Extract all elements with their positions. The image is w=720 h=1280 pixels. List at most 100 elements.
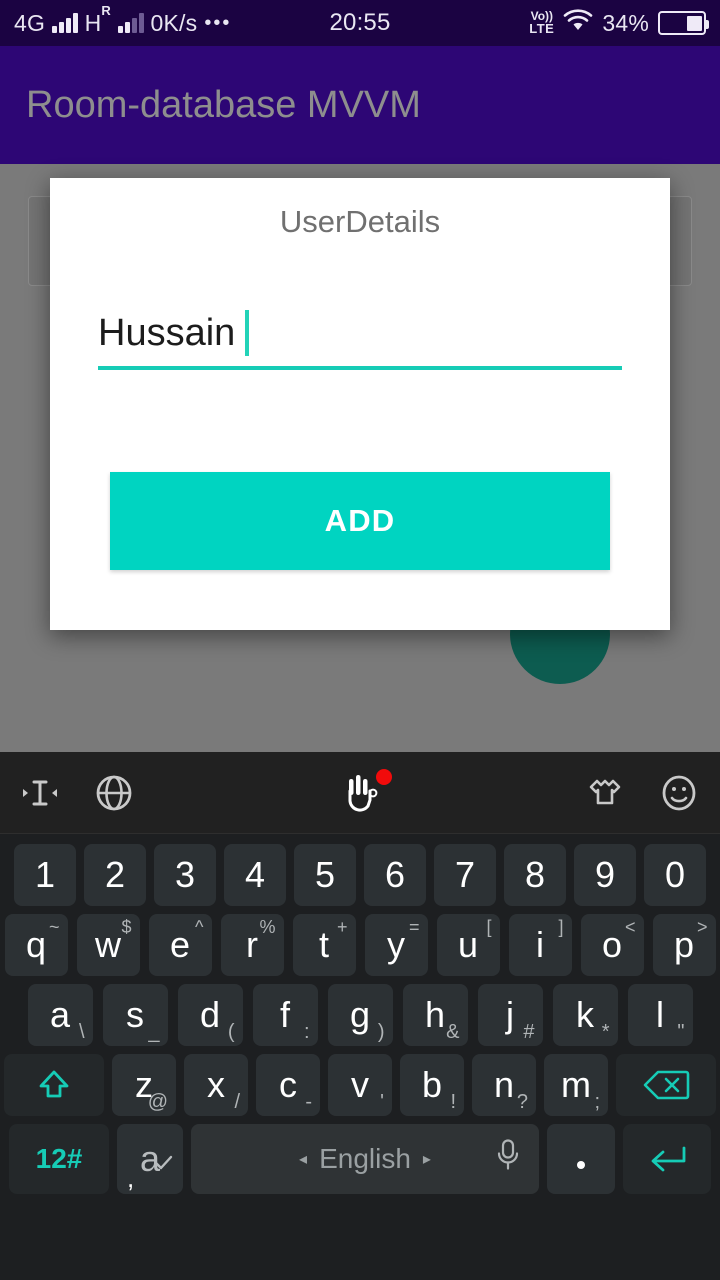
space-key[interactable]: ◂ English ▸ xyxy=(191,1124,539,1194)
key-6[interactable]: 6 xyxy=(364,844,426,906)
key-alt-label: ( xyxy=(227,1021,235,1043)
key-q[interactable]: q ~ xyxy=(4,914,68,976)
network-type-4g: 4G xyxy=(14,9,46,36)
key-j[interactable]: j # xyxy=(477,984,543,1046)
key-r[interactable]: r% xyxy=(220,914,284,976)
key-label: j xyxy=(506,994,514,1035)
hand-gesture-icon[interactable] xyxy=(338,768,392,815)
symbols-key[interactable]: 12# xyxy=(9,1124,109,1194)
key-k[interactable]: k * xyxy=(552,984,618,1046)
key-label: 8 xyxy=(524,854,546,895)
key-alt-label: " xyxy=(677,1021,685,1043)
key-label: o xyxy=(601,924,623,965)
key-label: v xyxy=(351,1064,369,1105)
key-1[interactable]: 1 xyxy=(14,844,76,906)
key-l[interactable]: l " xyxy=(627,984,693,1046)
key-s[interactable]: s _ xyxy=(102,984,168,1046)
phone-screen: 4G HR 0K/s ••• 20:55 Vo)) LTE 34% Room-d… xyxy=(0,0,720,1280)
globe-icon[interactable] xyxy=(92,771,136,815)
key-2[interactable]: 2 xyxy=(84,844,146,906)
key-5[interactable]: 5 xyxy=(294,844,356,906)
key-z[interactable]: z @ xyxy=(112,1054,176,1116)
app-bar: Room-database MVVM xyxy=(0,46,720,164)
key-y[interactable]: y = xyxy=(364,914,428,976)
key-label: 1 xyxy=(34,854,56,895)
microphone-icon[interactable] xyxy=(493,1137,523,1182)
key-t[interactable]: t + xyxy=(292,914,356,976)
key-alt-label: [ xyxy=(486,917,492,937)
key-e[interactable]: e ^ xyxy=(148,914,212,976)
key-9[interactable]: 9 xyxy=(574,844,636,906)
key-h[interactable]: h & xyxy=(402,984,468,1046)
key-label: 5 xyxy=(314,854,336,895)
key-label: u xyxy=(457,924,479,965)
space-language-label: ◂ English ▸ xyxy=(299,1143,431,1174)
key-a[interactable]: a \ xyxy=(27,984,93,1046)
emoji-icon[interactable] xyxy=(656,770,702,816)
key-label: m xyxy=(561,1064,591,1105)
key-d[interactable]: d( xyxy=(177,984,243,1046)
enter-key[interactable] xyxy=(623,1124,711,1194)
keyboard-row-qwerty: q ~ w $ e ^ r% t + y = u[i] o < p > xyxy=(0,910,720,980)
key-label: h xyxy=(424,994,446,1035)
key-f[interactable]: f: xyxy=(252,984,318,1046)
key-alt-label: ~ xyxy=(48,917,60,937)
key-7[interactable]: 7 xyxy=(434,844,496,906)
key-label: 0 xyxy=(664,854,686,895)
period-dot-icon xyxy=(577,1160,585,1169)
name-input-wrapper[interactable]: Hussain xyxy=(98,302,622,536)
key-alt-label: ) xyxy=(377,1021,385,1043)
key-b[interactable]: b! xyxy=(400,1054,464,1116)
prev-language-arrow-icon[interactable]: ◂ xyxy=(299,1149,307,1169)
key-label: 6 xyxy=(384,854,406,895)
key-g[interactable]: g) xyxy=(327,984,393,1046)
text-caret xyxy=(245,310,250,356)
key-w[interactable]: w $ xyxy=(76,914,140,976)
wifi-icon xyxy=(563,9,593,37)
key-4[interactable]: 4 xyxy=(224,844,286,906)
tshirt-icon[interactable] xyxy=(582,771,628,815)
key-alt-label: = xyxy=(408,917,420,937)
next-language-arrow-icon[interactable]: ▸ xyxy=(423,1149,431,1169)
key-label: w xyxy=(95,924,121,965)
key-x[interactable]: x / xyxy=(184,1054,248,1116)
key-alt-label: # xyxy=(523,1021,535,1043)
key-c[interactable]: c- xyxy=(256,1054,320,1116)
shift-key[interactable] xyxy=(4,1054,104,1116)
name-input-field[interactable]: Hussain xyxy=(98,302,622,364)
backspace-key[interactable] xyxy=(616,1054,716,1116)
keyboard-key-rows: 1234567890 q ~ w $ e ^ r% t + y = u[i] o < p > a \ s _ d(f:… xyxy=(0,834,720,1280)
status-bar: 4G HR 0K/s ••• 20:55 Vo)) LTE 34% xyxy=(0,0,720,46)
key-label: 9 xyxy=(594,854,616,895)
key-label: 3 xyxy=(174,854,196,895)
key-v[interactable]: v ' xyxy=(328,1054,392,1116)
key-label: 2 xyxy=(104,854,126,895)
spellcheck-key[interactable]: a , xyxy=(117,1124,183,1194)
key-alt-label: ] xyxy=(558,917,564,937)
key-label: k xyxy=(576,994,594,1035)
keyboard-toolbar xyxy=(0,752,720,834)
add-button[interactable]: ADD xyxy=(110,472,610,570)
key-i[interactable]: i] xyxy=(508,914,572,976)
key-alt-label: ? xyxy=(516,1091,528,1113)
key-0[interactable]: 0 xyxy=(644,844,706,906)
status-bar-right: Vo)) LTE 34% xyxy=(529,9,709,37)
cursor-move-icon[interactable] xyxy=(18,772,62,814)
key-o[interactable]: o < xyxy=(580,914,644,976)
key-label: f xyxy=(279,994,290,1035)
key-p[interactable]: p > xyxy=(652,914,716,976)
key-n[interactable]: n? xyxy=(472,1054,536,1116)
key-alt-label: : xyxy=(303,1021,310,1043)
key-u[interactable]: u[ xyxy=(436,914,500,976)
key-alt-label: & xyxy=(446,1021,460,1043)
key-label: e xyxy=(169,924,191,965)
battery-icon xyxy=(658,11,709,35)
key-8[interactable]: 8 xyxy=(504,844,566,906)
key-3[interactable]: 3 xyxy=(154,844,216,906)
key-label: b xyxy=(421,1064,443,1105)
period-key[interactable] xyxy=(547,1124,615,1194)
app-title: Room-database MVVM xyxy=(26,83,421,126)
name-input-value: Hussain xyxy=(98,312,236,354)
key-alt-label: \ xyxy=(78,1021,85,1043)
key-m[interactable]: m; xyxy=(544,1054,608,1116)
